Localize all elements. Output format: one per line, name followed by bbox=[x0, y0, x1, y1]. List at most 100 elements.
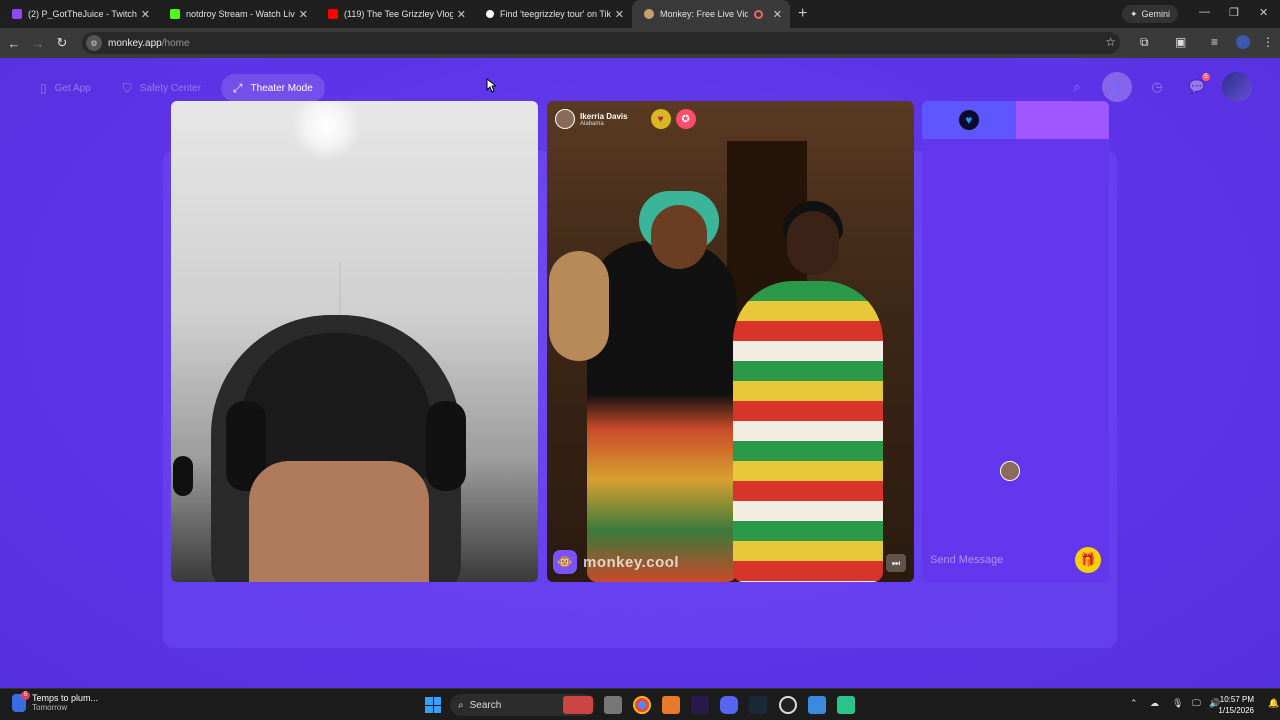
remote-user-header[interactable]: Ikerria Davis Alabama ♥ ✪ bbox=[555, 109, 696, 129]
notifications-icon[interactable]: 🔔 bbox=[1268, 698, 1279, 709]
weather-subtitle: Tomorrow bbox=[32, 703, 68, 712]
tab-close-icon[interactable]: ✕ bbox=[615, 8, 624, 21]
tab-title: (2) P_GotTheJuice - Twitch bbox=[28, 9, 137, 19]
network-icon[interactable]: 🖵 bbox=[1192, 698, 1201, 709]
sparkle-icon: ✦ bbox=[1130, 8, 1138, 19]
history-icon[interactable]: ◷ bbox=[1142, 72, 1172, 102]
crown-icon[interactable]: ♛ bbox=[1102, 72, 1132, 102]
youtube-favicon-icon bbox=[328, 9, 338, 19]
tab-friend-heart[interactable]: ♥ bbox=[922, 101, 1016, 139]
app-green-icon[interactable] bbox=[837, 696, 855, 714]
task-view-icon[interactable] bbox=[604, 696, 622, 714]
shield-icon: ⛉ bbox=[122, 80, 132, 95]
clock-date: 1/15/2026 bbox=[1218, 706, 1254, 715]
weather-title: Temps to plum... bbox=[32, 693, 99, 703]
monkey-watermark: 🐵 monkey.cool bbox=[553, 550, 679, 574]
send-message-input[interactable]: Send Message bbox=[930, 554, 1075, 566]
browser-tab-bar: (2) P_GotTheJuice - Twitch ✕ notdroy Str… bbox=[0, 0, 1280, 28]
header-actions: ⌕ ♛ ◷ 💬 5 bbox=[1062, 72, 1252, 102]
tiktok-favicon-icon bbox=[486, 10, 494, 18]
browser-tab[interactable]: Find 'teegrizzley tour' on TikTok ✕ bbox=[474, 0, 632, 28]
system-clock[interactable]: 10:57 PM 1/15/2026 bbox=[1218, 694, 1254, 716]
safety-center-button[interactable]: ⛉ Safety Center bbox=[111, 74, 213, 102]
recording-indicator-icon bbox=[753, 9, 763, 19]
local-video bbox=[171, 101, 538, 582]
extensions-icon[interactable]: ⧉ bbox=[1140, 35, 1149, 50]
windows-start-icon[interactable] bbox=[425, 697, 441, 713]
bookmark-star-icon[interactable]: ☆ bbox=[1105, 35, 1116, 49]
remote-video: Ikerria Davis Alabama ♥ ✪ 🐵 monkey.cool … bbox=[547, 101, 914, 582]
new-tab-button[interactable]: + bbox=[798, 5, 807, 23]
face bbox=[249, 461, 429, 582]
minimize-icon[interactable]: — bbox=[1199, 6, 1210, 18]
browser-toolbar: ← → ↻ ⚙ monkey.app /home ☆ bbox=[0, 28, 1280, 58]
get-app-button[interactable]: ▯ Get App bbox=[28, 74, 103, 102]
tab-remote-user[interactable] bbox=[1000, 101, 1109, 481]
close-window-icon[interactable]: ✕ bbox=[1259, 6, 1268, 19]
gemini-label: Gemini bbox=[1141, 9, 1171, 19]
heart-badge-icon[interactable]: ♥ bbox=[650, 109, 671, 129]
url-host: monkey.app bbox=[108, 37, 162, 49]
weather-widget[interactable]: 5 Temps to plum... Tomorrow bbox=[12, 690, 99, 712]
browser-tab[interactable]: (119) The Tee Grizzley Vlog - YouTube ✕ bbox=[316, 0, 474, 28]
tab-title: Monkey: Free Live Video Chat bbox=[660, 9, 748, 19]
mouse-cursor-icon bbox=[486, 78, 496, 93]
monkey-logo-icon: 🐵 bbox=[553, 550, 577, 574]
browser-tab[interactable]: notdroy Stream - Watch Live on Kick ✕ bbox=[158, 0, 316, 28]
tab-close-icon[interactable]: ✕ bbox=[773, 8, 782, 21]
teddy-bear bbox=[549, 251, 609, 361]
discord-icon[interactable] bbox=[720, 696, 738, 714]
url-path: /home bbox=[161, 37, 190, 49]
onedrive-icon[interactable]: ☁ bbox=[1150, 698, 1159, 709]
notification-badge: 5 bbox=[1202, 73, 1210, 81]
remote-user-name: Ikerria Davis bbox=[580, 111, 628, 121]
clock-time: 10:57 PM bbox=[1219, 695, 1254, 704]
obs-icon[interactable] bbox=[779, 696, 797, 714]
microphone-icon[interactable]: 🎙 bbox=[1172, 698, 1183, 709]
back-icon[interactable]: ← bbox=[2, 36, 26, 51]
reload-icon[interactable]: ↻ bbox=[50, 35, 74, 51]
next-app-icon[interactable] bbox=[691, 696, 709, 714]
site-info-icon[interactable]: ⚙ bbox=[86, 35, 102, 51]
tab-close-icon[interactable]: ✕ bbox=[457, 8, 466, 21]
face-right bbox=[787, 211, 839, 275]
twitch-favicon-icon bbox=[12, 9, 22, 19]
top-nav: ▯ Get App ⛉ Safety Center ⤢ Theater Mode bbox=[28, 74, 325, 102]
search-icon: ⌕ bbox=[458, 699, 464, 711]
chat-panel: ♥ Send Message 🎁 bbox=[922, 101, 1109, 582]
headphone-right bbox=[426, 401, 466, 491]
gift-icon[interactable]: 🎁 bbox=[1075, 547, 1101, 573]
profile-avatar[interactable] bbox=[1236, 35, 1250, 49]
skip-icon[interactable]: ⏭ bbox=[886, 554, 906, 572]
theater-mode-button[interactable]: ⤢ Theater Mode bbox=[220, 74, 325, 102]
messages-icon[interactable]: 💬 5 bbox=[1182, 72, 1212, 102]
browser-tab[interactable]: (2) P_GotTheJuice - Twitch ✕ bbox=[0, 0, 158, 28]
tray-chevron-icon[interactable]: ⌃ bbox=[1130, 698, 1138, 709]
steam-icon[interactable] bbox=[749, 696, 767, 714]
restore-icon[interactable]: ❐ bbox=[1229, 6, 1239, 19]
reading-list-icon[interactable]: ≡ bbox=[1211, 35, 1218, 49]
kick-favicon-icon bbox=[170, 9, 180, 19]
taskbar-search-label: Search bbox=[469, 699, 502, 711]
photos-icon[interactable] bbox=[808, 696, 826, 714]
gemini-button[interactable]: ✦ Gemini bbox=[1122, 5, 1179, 23]
person-right bbox=[733, 281, 883, 582]
face-left bbox=[651, 205, 707, 269]
browser-tab-active[interactable]: Monkey: Free Live Video Chat ✕ bbox=[632, 0, 790, 28]
media-icon[interactable]: ▣ bbox=[1175, 35, 1186, 49]
tab-close-icon[interactable]: ✕ bbox=[299, 8, 308, 21]
search-icon[interactable]: ⌕ bbox=[1062, 72, 1092, 102]
tab-close-icon[interactable]: ✕ bbox=[141, 8, 150, 21]
app-icon[interactable] bbox=[662, 696, 680, 714]
medal-badge-icon[interactable]: ✪ bbox=[675, 109, 696, 129]
person-left bbox=[587, 241, 737, 582]
forward-icon[interactable]: → bbox=[26, 36, 50, 51]
nav-label: Safety Center bbox=[139, 82, 201, 94]
remote-user-info: Ikerria Davis Alabama bbox=[580, 112, 628, 127]
windows-taskbar: 5 Temps to plum... Tomorrow ⌕ Search ⌃ ☁… bbox=[0, 688, 1280, 720]
user-avatar[interactable] bbox=[1222, 72, 1252, 102]
expand-icon: ⤢ bbox=[232, 80, 243, 95]
menu-kebab-icon[interactable]: ⋮ bbox=[1262, 35, 1274, 49]
chrome-icon[interactable] bbox=[633, 696, 651, 714]
address-bar[interactable]: ⚙ monkey.app /home ☆ bbox=[82, 32, 1120, 54]
